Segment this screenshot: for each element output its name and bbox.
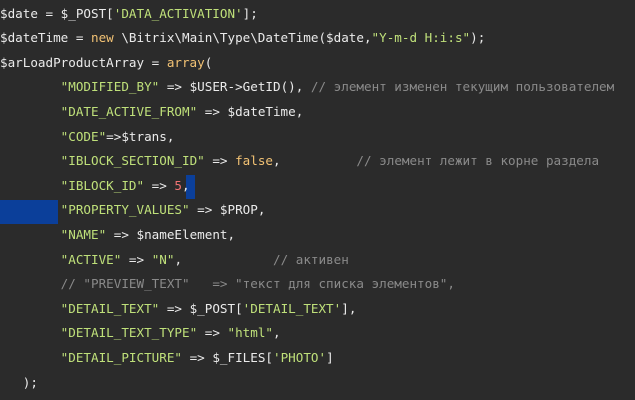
code-token: new (91, 30, 114, 46)
code-line[interactable]: "PROPERTY_VALUES" => $PROP, (0, 198, 266, 223)
code-line[interactable]: $date = $_POST['DATA_ACTIVATION']; (0, 2, 258, 27)
code-token: =>$trans, (106, 128, 175, 144)
code-token: "IBLOCK_SECTION_ID" (60, 153, 205, 169)
code-token: , (273, 153, 357, 169)
code-token: "MODIFIED_BY" (60, 79, 160, 95)
code-comment: // элемент изменен текущим пользователем (310, 79, 615, 95)
code-token: 'DETAIL_TEXT' (242, 300, 342, 316)
code-token: array (166, 54, 205, 70)
code-token: "Y-m-d H:i:s" (371, 30, 471, 46)
code-token: "DATE_ACTIVE_FROM" (60, 103, 198, 119)
code-token: 5 (174, 177, 183, 193)
code-token: => $dateTime, (197, 103, 304, 119)
code-token: => (144, 177, 175, 193)
code-token: "DETAIL_TEXT" (60, 300, 160, 316)
code-comment: // элемент лежит в корне раздела (356, 153, 600, 169)
code-token: => (204, 153, 236, 169)
code-token: false (235, 153, 273, 169)
code-line[interactable]: "NAME" => $nameElement, (0, 223, 235, 248)
code-token: "N" (151, 251, 175, 267)
code-token: "html" (227, 325, 274, 341)
code-token: , (182, 177, 190, 193)
code-line[interactable]: "DETAIL_TEXT_TYPE" => "html", (0, 321, 281, 346)
code-line[interactable]: "IBLOCK_SECTION_ID" => false, // элемент… (0, 149, 599, 174)
code-token: \Bitrix\Main\Type\DateTime($date, (113, 30, 372, 46)
code-line[interactable]: "IBLOCK_ID" => 5, (0, 174, 190, 199)
code-token: ]; (242, 5, 258, 21)
code-line[interactable]: "MODIFIED_BY" => $USER->GetID(), // элем… (0, 75, 615, 100)
code-token: => $USER->GetID(), (159, 79, 311, 95)
code-line[interactable]: "CODE"=>$trans, (0, 125, 175, 150)
code-line[interactable]: "ACTIVE" => "N", // активен (0, 248, 349, 273)
code-token: ( (204, 54, 213, 70)
code-token: "IBLOCK_ID" (60, 177, 145, 193)
code-token: 'DATA_ACTIVATION' (113, 5, 243, 21)
code-comment: // активен (273, 251, 349, 267)
code-token: => $PROP, (189, 202, 266, 218)
code-line[interactable]: $arLoadProductArray = array( (0, 51, 212, 76)
code-token: => $nameElement, (106, 226, 236, 242)
code-comment: // "PREVIEW_TEXT" => "текст для списка э… (60, 276, 455, 292)
code-token: $dateTime = (0, 30, 91, 46)
code-token: "ACTIVE" (60, 251, 122, 267)
code-token: => (121, 251, 152, 267)
code-line[interactable]: "DETAIL_TEXT" => $_POST['DETAIL_TEXT'], (0, 297, 357, 322)
code-token: "PROPERTY_VALUES" (60, 202, 190, 218)
code-token: ], (341, 300, 357, 316)
code-line[interactable]: ); (0, 371, 38, 396)
code-token: => $_POST[ (159, 300, 243, 316)
code-token: $arLoadProductArray = (0, 54, 167, 70)
code-token: "CODE" (60, 128, 107, 144)
code-token: => $_FILES[ (182, 349, 273, 365)
code-token: ); (0, 374, 38, 390)
code-token: 'PHOTO' (273, 349, 327, 365)
code-token: , (174, 251, 274, 267)
code-token: => (197, 325, 228, 341)
code-token: ); (470, 30, 486, 46)
code-token: , (273, 325, 281, 341)
code-token: ] (326, 349, 334, 365)
code-line[interactable]: $dateTime = new \Bitrix\Main\Type\DateTi… (0, 26, 485, 51)
code-token: "DETAIL_TEXT_TYPE" (60, 325, 198, 341)
code-line[interactable]: // "PREVIEW_TEXT" => "текст для списка э… (0, 272, 455, 297)
code-line[interactable]: "DETAIL_PICTURE" => $_FILES['PHOTO'] (0, 346, 334, 371)
code-token: "NAME" (60, 226, 107, 242)
code-line[interactable]: "DATE_ACTIVE_FROM" => $dateTime, (0, 100, 304, 125)
code-token: "DETAIL_PICTURE" (60, 349, 182, 365)
code-token: $date = $_POST[ (0, 5, 114, 21)
code-editor[interactable]: $date = $_POST['DATA_ACTIVATION']; $dateT… (0, 0, 635, 400)
